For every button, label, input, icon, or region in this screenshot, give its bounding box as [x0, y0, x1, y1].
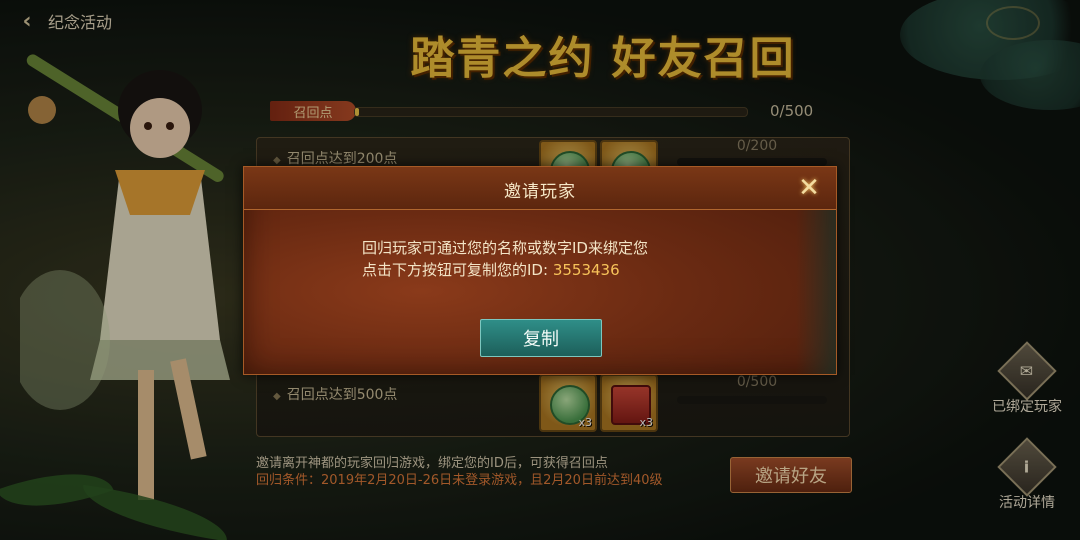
copy-id-button[interactable]: 复制: [480, 319, 602, 357]
invite-player-dialog: 邀请玩家 ✕ 回归玩家可通过您的名称或数字ID来绑定您 点击下方按钮可复制您的I…: [243, 166, 837, 375]
close-icon[interactable]: ✕: [796, 175, 822, 201]
dialog-message: 回归玩家可通过您的名称或数字ID来绑定您 点击下方按钮可复制您的ID: 3553…: [362, 237, 782, 281]
dialog-line-2-prefix: 点击下方按钮可复制您的ID:: [362, 261, 553, 279]
game-screen: ‹ 纪念活动 踏青之约 好友召回 召回点 0/500 ◆ 召回点达到200点 0…: [0, 0, 1080, 540]
dialog-line-2: 点击下方按钮可复制您的ID: 3553436: [362, 259, 782, 281]
player-id: 3553436: [552, 261, 620, 279]
dialog-line-1: 回归玩家可通过您的名称或数字ID来绑定您: [362, 239, 648, 257]
dialog-title: 邀请玩家: [504, 182, 576, 202]
dialog-header: 邀请玩家 ✕: [244, 167, 836, 210]
